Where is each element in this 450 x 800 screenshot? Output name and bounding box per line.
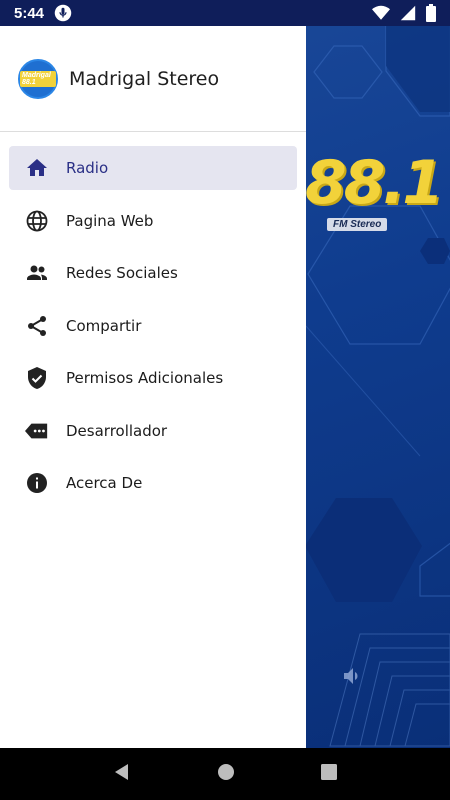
globe-icon [25,209,49,233]
menu-item-pagina-web[interactable]: Pagina Web [9,199,297,243]
app-logo-text: Madrigal 88.1 [20,70,56,87]
menu-item-acerca-de[interactable]: Acerca De [9,461,297,505]
wifi-icon [372,5,390,21]
battery-icon [426,4,436,22]
menu-item-label: Desarrollador [66,421,168,440]
system-nav-bar [0,748,450,800]
volume-icon[interactable] [340,664,366,692]
station-frequency: 88.1 [305,148,444,218]
menu-item-redes-sociales[interactable]: Redes Sociales [9,251,297,295]
drawer-menu: Radio Pagina Web Redes Sociales Comparti… [0,132,306,505]
menu-item-label: Redes Sociales [66,264,178,282]
status-time: 5:44 [14,4,45,22]
home-icon [25,156,49,180]
menu-item-compartir[interactable]: Compartir [9,304,297,348]
shield-check-icon [25,366,49,390]
menu-item-desarrollador[interactable]: Desarrollador [9,409,297,453]
menu-item-permisos-adicionales[interactable]: Permisos Adicionales [9,356,297,400]
info-icon [25,471,49,495]
back-icon[interactable] [112,762,132,786]
mic-icon [54,4,72,22]
menu-item-label: Radio [66,159,109,177]
app-logo: Madrigal 88.1 [18,58,58,99]
menu-item-radio[interactable]: Radio [9,146,297,190]
tag-dots-icon [25,419,49,443]
people-icon [25,261,49,285]
home-button-icon[interactable] [216,762,236,786]
menu-item-label: Pagina Web [66,211,154,230]
signal-icon [400,5,416,21]
share-icon [25,314,49,338]
menu-item-label: Compartir [66,316,142,335]
drawer-header: Madrigal 88.1 Madrigal Stereo [0,26,306,132]
recents-icon[interactable] [320,763,338,785]
app-title: Madrigal Stereo [69,67,220,90]
status-bar: 5:44 [0,0,450,26]
menu-item-label: Acerca De [66,474,143,492]
navigation-drawer: Madrigal 88.1 Madrigal Stereo Radio Pagi… [0,26,306,748]
station-subtitle: FM Stereo [327,218,388,231]
station-logo: 88.1 FM Stereo [305,148,444,258]
menu-item-label: Permisos Adicionales [66,369,224,387]
